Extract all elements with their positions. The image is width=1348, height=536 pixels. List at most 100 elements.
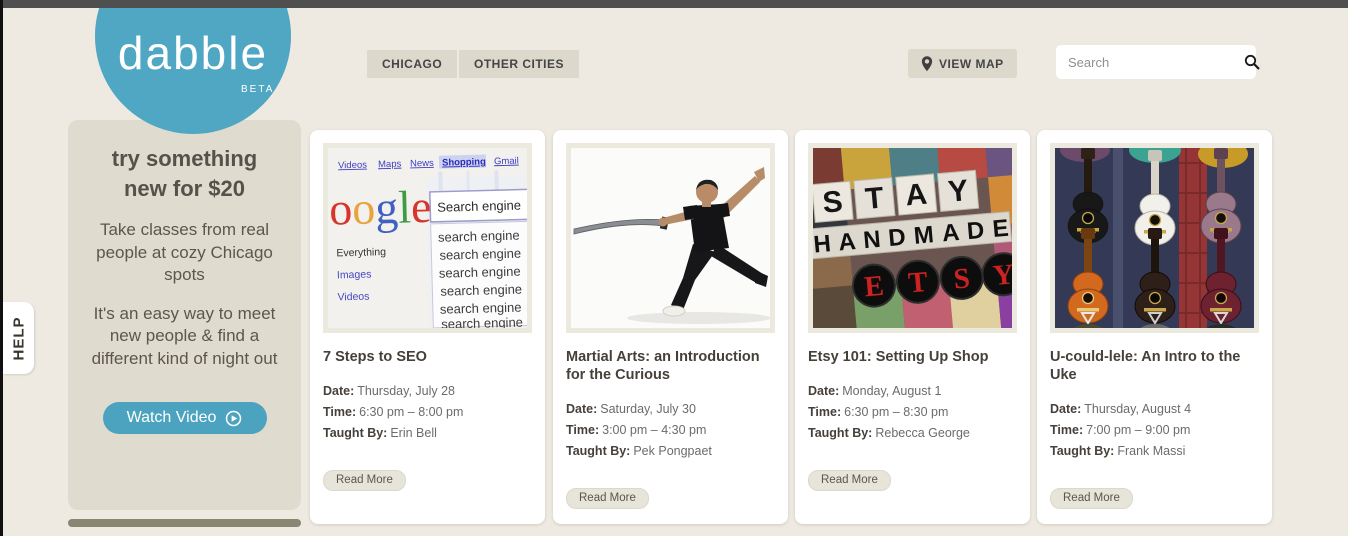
date-value: Thursday, July 28 [357,384,455,398]
play-icon [225,410,242,427]
photo-logo-letter: o [352,182,376,234]
time-value: 7:00 pm – 9:00 pm [1086,423,1190,437]
taught-by-value: Rebecca George [875,426,970,440]
date-value: Monday, August 1 [842,384,941,398]
photo-circle-letter: Y [992,258,1012,292]
taught-by-label: Taught By: [808,426,872,440]
class-title: U-could-lele: An Intro to the Uke [1050,348,1259,384]
promo-panel: try something new for $20 Take classes f… [68,120,301,510]
class-photo-ukuleles[interactable] [1050,143,1259,333]
photo-side-link: Images [337,268,372,281]
photo-suggestion: search engine [440,282,522,299]
watch-video-label: Watch Video [127,409,217,427]
photo-letter-tile: M [913,221,935,250]
date-label: Date: [1050,402,1081,416]
class-card-ukulele: U-could-lele: An Intro to the Uke Date:T… [1037,130,1272,524]
svg-text:oogle: oogle [329,181,433,235]
taught-by-value: Frank Massi [1117,444,1185,458]
search-icon[interactable] [1244,45,1260,79]
taught-by-value: Erin Bell [390,426,437,440]
photo-side-link: Everything [336,246,386,259]
taught-by-label: Taught By: [1050,444,1114,458]
photo-letter-tile: N [862,226,882,254]
class-card-martial-arts: Martial Arts: an Introduction for the Cu… [553,130,788,524]
photo-suggestion: search engine [439,264,521,281]
class-details: Date:Monday, August 1 Time:6:30 pm – 8:3… [808,381,1017,444]
photo-circle-letter: S [952,262,971,295]
class-photo-google-search[interactable]: Videos Maps News Shopping Gmail oogle Se… [323,143,532,333]
nav-other-cities-button[interactable]: OTHER CITIES [459,50,579,78]
photo-logo-letter: o [329,183,353,235]
photo-letter-tile: A [941,219,961,247]
read-more-button[interactable]: Read More [1050,488,1133,509]
read-more-button[interactable]: Read More [566,488,649,509]
photo-circle-letter: E [863,270,885,304]
time-label: Time: [808,405,841,419]
nav-chicago-button[interactable]: CHICAGO [367,50,457,78]
read-more-button[interactable]: Read More [323,470,406,491]
photo-letter-tile: A [837,228,857,256]
time-label: Time: [1050,423,1083,437]
left-edge-strip [0,0,3,536]
map-pin-icon [921,56,933,72]
date-label: Date: [566,402,597,416]
logo-wordmark: dabble [95,26,291,80]
time-value: 6:30 pm – 8:00 pm [359,405,463,419]
photo-suggestion: search engine [441,315,523,328]
date-value: Saturday, July 30 [600,402,696,416]
class-card-etsy: S T A Y H A N D M A D E [795,130,1030,524]
promo-heading: try something new for $20 [92,144,277,203]
top-bar [0,0,1348,8]
photo-link: Maps [378,159,402,171]
photo-side-link: Videos [337,291,369,304]
photo-link: Gmail [494,156,519,168]
class-title: Etsy 101: Setting Up Shop [808,348,1017,366]
photo-letter-tile: T [864,181,885,215]
view-map-button[interactable]: VIEW MAP [908,49,1017,78]
class-card-seo: Videos Maps News Shopping Gmail oogle Se… [310,130,545,524]
photo-letter-tile: Y [947,174,970,209]
date-value: Thursday, August 4 [1084,402,1191,416]
taught-by-label: Taught By: [323,426,387,440]
photo-letter-tile: A [904,178,928,213]
class-photo-etsy-collage[interactable]: S T A Y H A N D M A D E [808,143,1017,333]
search-box [1056,45,1256,79]
class-details: Date:Saturday, July 30 Time:3:00 pm – 4:… [566,399,775,462]
photo-letter-tile: S [821,185,844,220]
logo-beta-tag: BETA [241,84,274,95]
dabble-logo[interactable]: dabble BETA [95,0,291,134]
search-input[interactable] [1056,45,1244,79]
help-tab-label: HELP [10,316,27,360]
promo-paragraph-2: It's an easy way to meet new people & fi… [82,303,287,370]
photo-logo-letter: g [375,182,399,234]
view-map-label: VIEW MAP [939,57,1004,71]
photo-letter-tile: H [813,230,832,258]
photo-suggestion: search engine [439,246,521,263]
class-details: Date:Thursday, August 4 Time:7:00 pm – 9… [1050,399,1259,462]
photo-letter-tile: E [991,215,1009,243]
time-label: Time: [566,423,599,437]
class-details: Date:Thursday, July 28 Time:6:30 pm – 8:… [323,381,532,444]
photo-circle-letter: T [907,266,929,300]
date-label: Date: [323,384,354,398]
photo-suggestion: search engine [438,228,520,245]
next-panel-peek [68,519,301,527]
read-more-button[interactable]: Read More [808,470,891,491]
taught-by-label: Taught By: [566,444,630,458]
time-label: Time: [323,405,356,419]
photo-letter-tile: D [887,224,907,252]
date-label: Date: [808,384,839,398]
photo-link: News [410,158,434,170]
photo-search-box-text: Search engine [437,198,521,215]
taught-by-value: Pek Pongpaet [633,444,712,458]
photo-logo-letter: e [410,181,432,233]
photo-link: Shopping [442,156,486,168]
watch-video-button[interactable]: Watch Video [103,402,267,434]
photo-link: Videos [338,160,367,172]
help-tab[interactable]: HELP [3,302,34,374]
page: dabble BETA CHICAGO OTHER CITIES VIEW MA… [0,0,1348,536]
time-value: 3:00 pm – 4:30 pm [602,423,706,437]
class-title: Martial Arts: an Introduction for the Cu… [566,348,775,384]
promo-paragraph-1: Take classes from real people at cozy Ch… [82,219,287,286]
class-photo-martial-arts[interactable] [566,143,775,333]
